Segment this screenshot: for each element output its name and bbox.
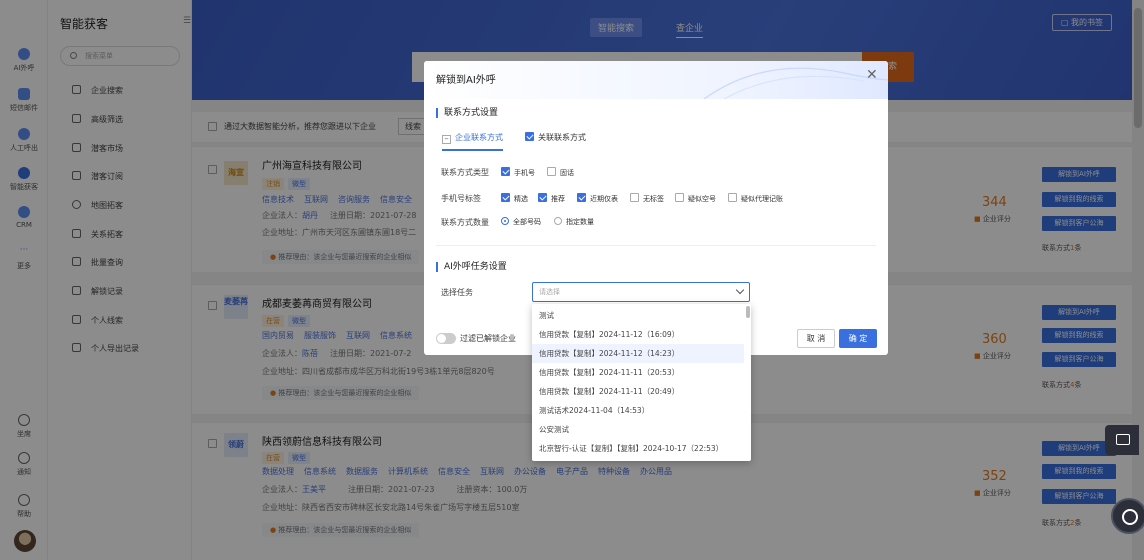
chevron-down-icon [735,285,745,295]
option-tag-featured[interactable]: 精选 [501,193,528,204]
option-tag-empty[interactable]: 疑似空号 [675,193,716,204]
contact-count-label: 联系方式数量 [441,218,489,227]
filter-unlocked-toggle[interactable] [436,333,456,344]
tag-agent-checkbox[interactable] [728,193,737,202]
tag-empty-checkbox[interactable] [675,193,684,202]
ai-task-settings-title: AI外呼任务设置 [436,262,507,272]
option-specified-count[interactable]: 指定数量 [554,217,594,227]
landline-checkbox[interactable] [547,167,556,176]
cancel-button[interactable]: 取 消 [797,329,835,348]
specified-count-radio[interactable] [554,217,562,225]
task-dropdown: 测试 信用贷款【复制】2024-11-12（16:09） 信用贷款【复制】202… [532,304,751,461]
mobile-checkbox[interactable] [501,167,510,176]
task-select[interactable]: 请选择 [532,282,750,302]
task-option[interactable]: 信用贷款【复制】2024-11-12（16:09） [532,325,744,344]
option-tag-recent[interactable]: 近期仅表 [577,193,618,204]
task-option[interactable]: 北京智行-认证【复制】【复制】2024-10-17（22:53） [532,439,744,458]
tab-company-contacts[interactable]: – 企业联系方式 [442,132,503,151]
contact-type-label: 联系方式类型 [441,168,489,177]
related-contacts-checkbox[interactable] [525,132,534,141]
option-landline[interactable]: 固话 [547,167,574,178]
tag-featured-checkbox[interactable] [501,193,510,202]
filter-unlocked-label: 过滤已解锁企业 [460,334,516,343]
contact-settings-title: 联系方式设置 [436,108,498,118]
option-mobile[interactable]: 手机号 [501,167,535,178]
task-option[interactable]: 测试话术2024-11-04（14:53） [532,401,744,420]
tag-recommended-checkbox[interactable] [538,193,547,202]
task-option[interactable]: 信用贷款【复制】2024-11-11（20:49） [532,382,744,401]
task-option[interactable]: 测试 [532,306,744,325]
mobile-tags-label: 手机号标签 [441,194,481,203]
tab-related-contacts[interactable]: 关联联系方式 [525,132,586,143]
confirm-button[interactable]: 确 定 [839,329,877,348]
tag-recent-checkbox[interactable] [577,193,586,202]
option-tag-none[interactable]: 无标签 [630,193,664,204]
option-all-numbers[interactable]: 全部号码 [501,217,541,227]
dropdown-scrollbar[interactable] [746,306,750,318]
select-task-label: 选择任务 [441,288,473,297]
tag-none-checkbox[interactable] [630,193,639,202]
chat-widget-icon[interactable] [1105,425,1139,455]
option-tag-recommended[interactable]: 推荐 [538,193,565,204]
close-icon[interactable]: ✕ [866,67,878,83]
task-option[interactable]: 信用贷款【复制】2024-11-12（14:23） [532,344,744,363]
task-option[interactable]: 信用贷款【复制】2024-11-11（20:53） [532,363,744,382]
all-numbers-radio[interactable] [501,217,509,225]
dialog-title: 解锁到AI外呼 [436,75,496,86]
section-divider [436,245,876,246]
task-option[interactable]: 公安测试 [532,420,744,439]
minus-icon: – [442,135,451,144]
option-tag-agent[interactable]: 疑似代理记账 [728,193,783,204]
phone-widget-icon[interactable] [1111,498,1144,534]
